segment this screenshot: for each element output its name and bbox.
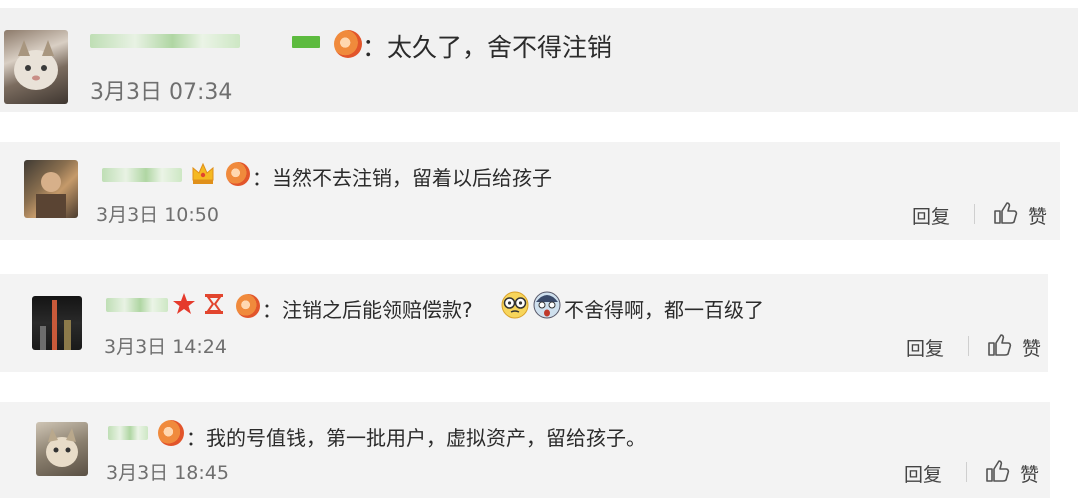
flame-badge-icon [226,162,250,186]
reply-button[interactable]: 回复 [906,334,944,361]
username-blurred[interactable] [90,34,240,48]
avatar[interactable] [4,30,68,104]
crown-icon [192,162,214,184]
thumbs-up-icon[interactable] [992,200,1018,226]
flame-badge-icon [158,420,184,446]
comment-text: ：太久了，舍不得注销 [362,33,613,62]
scared-face-emoji [533,291,561,319]
username-blurred[interactable] [108,426,148,440]
comment-text: ：我的号值钱，第一批用户，虚拟资产，留给孩子。 [186,426,646,450]
divider [968,336,969,356]
like-label[interactable]: 赞 [1028,202,1047,229]
comment-card: ：太久了，舍不得注销 3月3日 07:34 [0,8,1078,112]
username-blurred[interactable] [106,298,168,312]
cat-avatar-image [46,428,78,467]
thumbs-up-icon[interactable] [984,458,1010,484]
divider [974,204,975,224]
avatar[interactable] [32,296,82,350]
comment-card: ：当然不去注销，留着以后给孩子 3月3日 10:50 回复 赞 [0,142,1060,240]
flame-badge-icon [236,294,260,318]
comment-time: 3月3日 10:50 [96,204,219,226]
username-blurred[interactable] [102,168,182,182]
divider [966,462,967,482]
glasses-face-emoji [501,291,529,319]
cat-avatar-image [14,40,58,90]
comment-text: ：注销之后能领赔偿款? [262,298,473,322]
comment-time: 3月3日 18:45 [106,462,229,484]
username-tail-blurred[interactable] [292,36,320,48]
flame-badge-icon [334,30,362,58]
reply-button[interactable]: 回复 [912,202,950,229]
night-city-avatar-image [40,300,71,350]
comment-card: ：注销之后能领赔偿款? 不舍得啊，都一百级了 3月3日 14:24 回复 赞 [0,274,1048,372]
star-icon [173,293,195,314]
comment-time: 3月3日 07:34 [90,80,233,105]
avatar[interactable] [36,422,88,476]
hourglass-badge-icon [205,294,223,314]
avatar[interactable] [24,160,78,218]
thumbs-up-icon[interactable] [986,332,1012,358]
reply-button[interactable]: 回复 [904,460,942,487]
comment-text: ：当然不去注销，留着以后给孩子 [252,166,552,190]
comment-text-continued: 不舍得啊，都一百级了 [564,298,764,322]
person-avatar-image [36,172,66,218]
comment-card: ：我的号值钱，第一批用户，虚拟资产，留给孩子。 3月3日 18:45 回复 赞 [0,402,1050,498]
like-label[interactable]: 赞 [1022,334,1041,361]
like-label[interactable]: 赞 [1020,460,1039,487]
comment-time: 3月3日 14:24 [104,336,227,358]
